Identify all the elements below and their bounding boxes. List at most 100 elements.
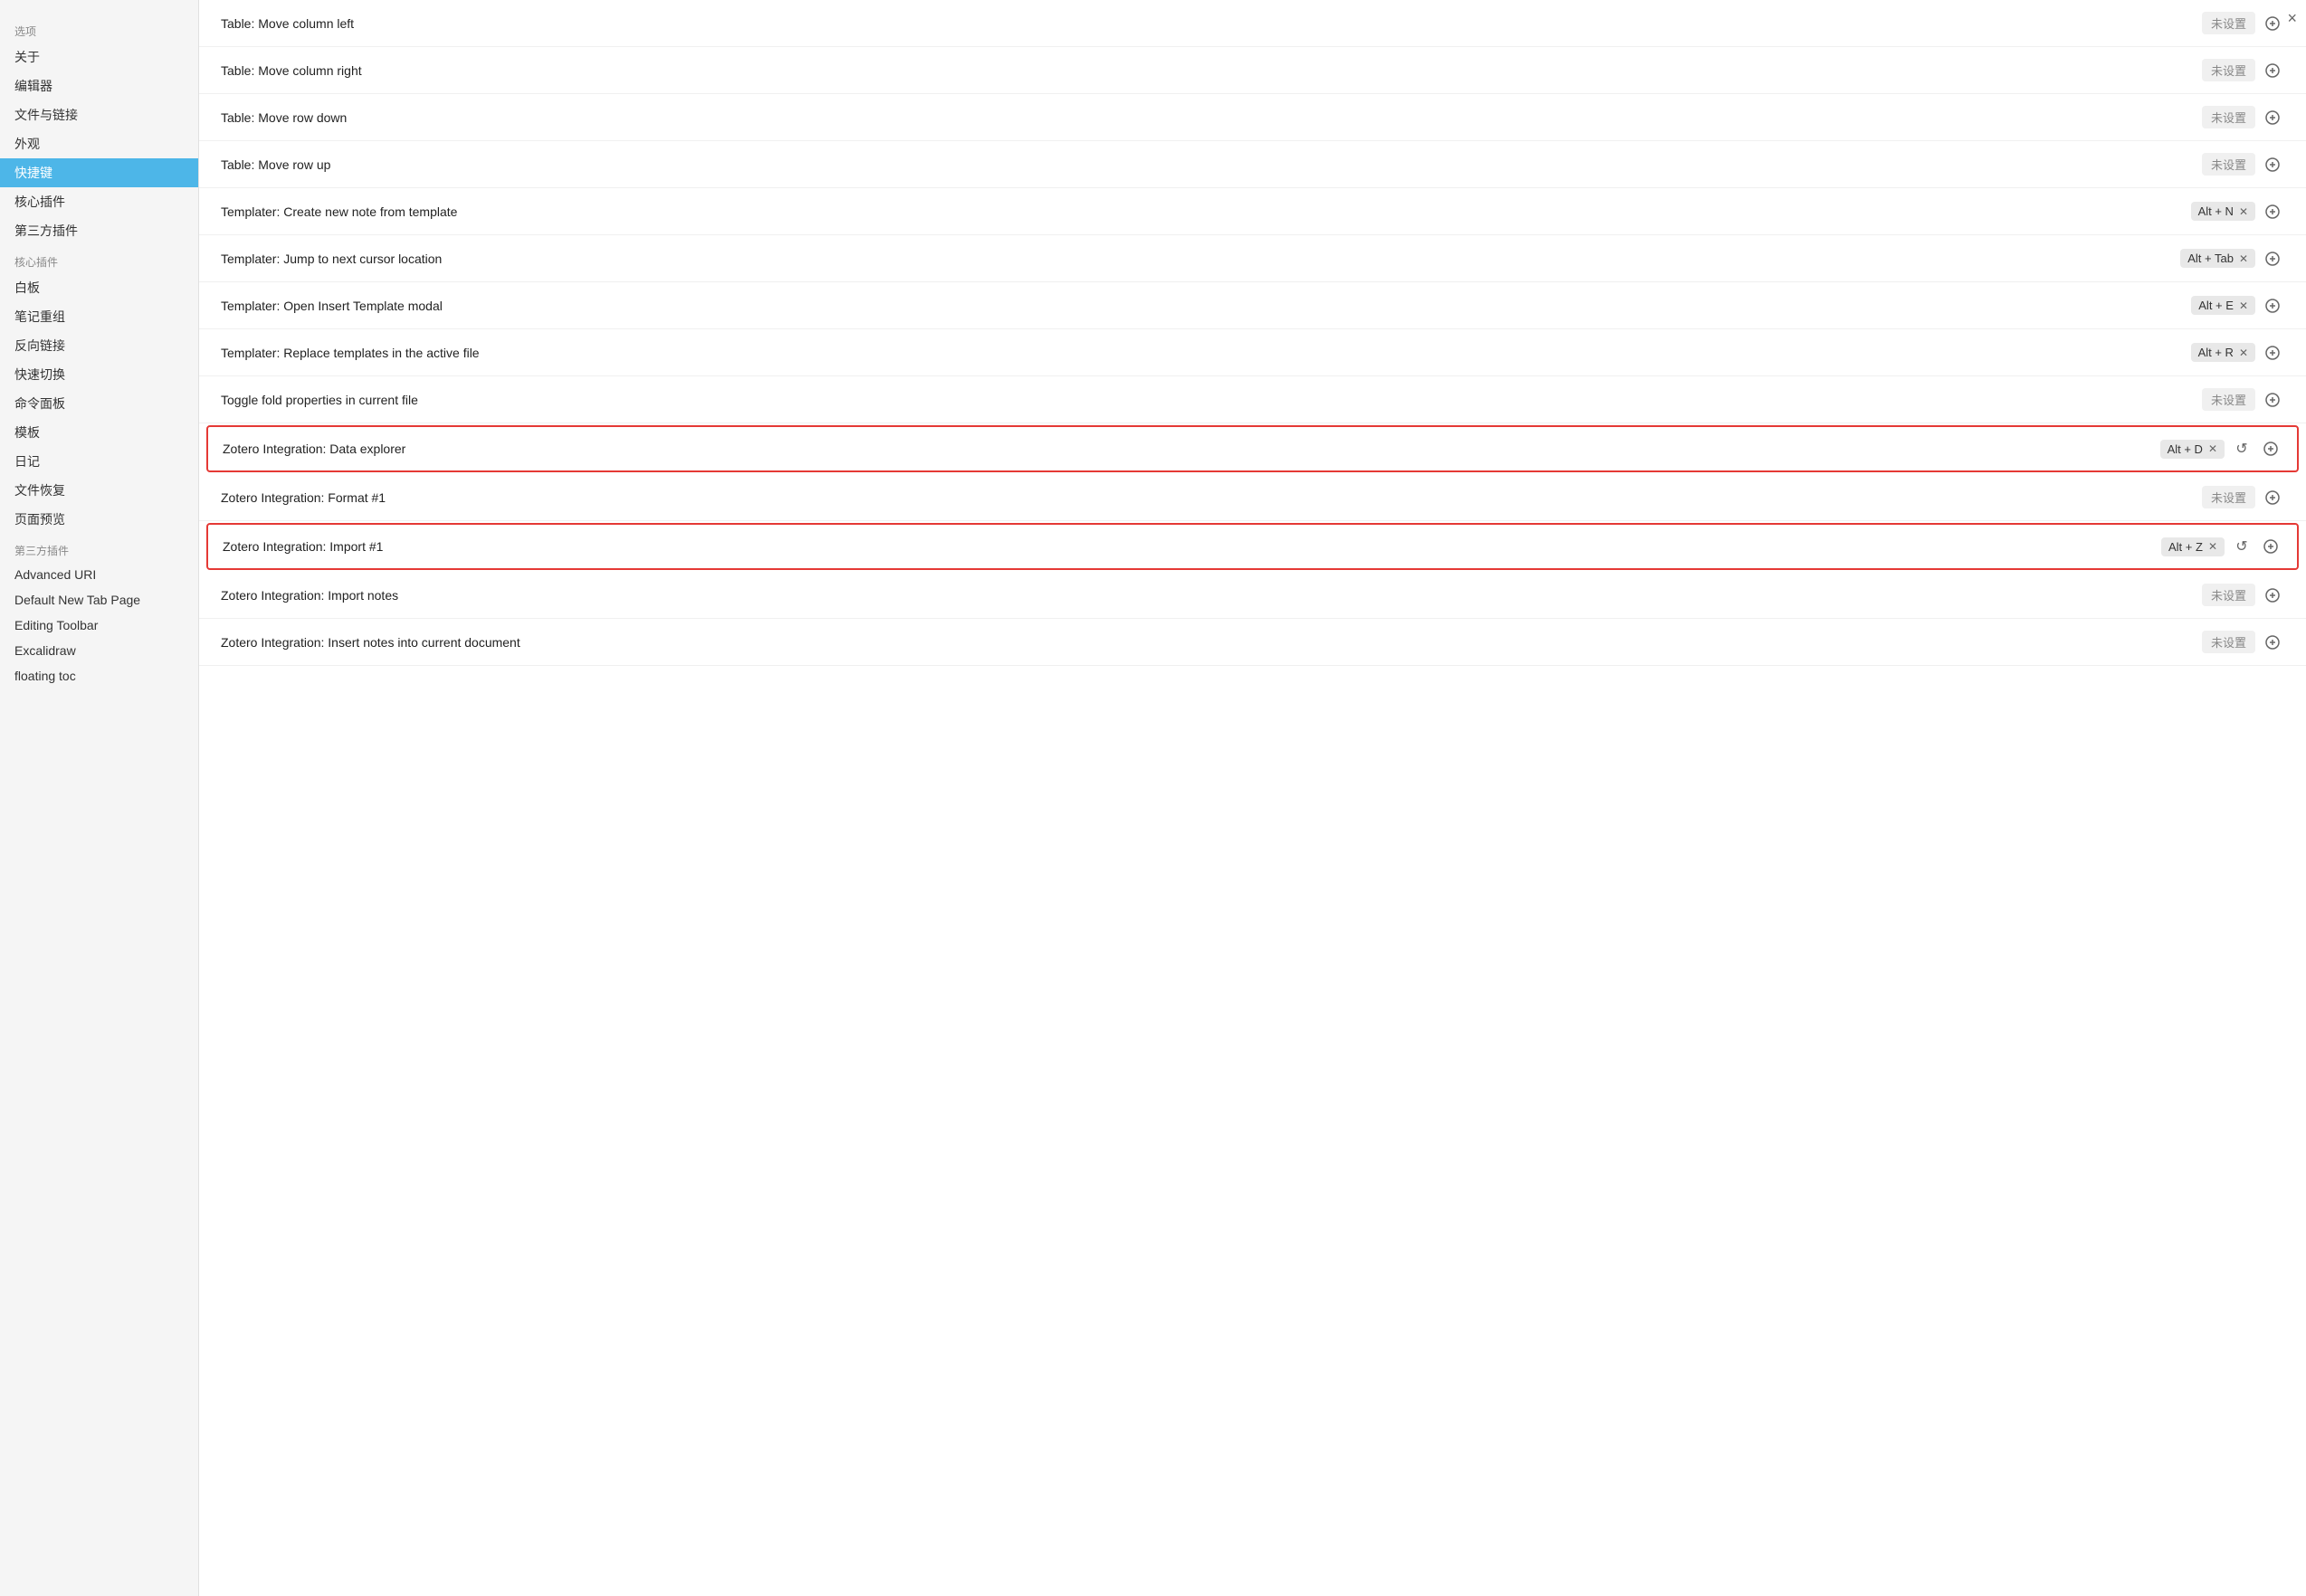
- hotkey-row: Templater: Create new note from template…: [199, 188, 2306, 235]
- hotkey-badge: Alt + Z ✕: [2161, 537, 2225, 556]
- section-options-label: 选项: [0, 14, 198, 43]
- unset-badge: 未设置: [2202, 153, 2255, 176]
- panel-close-button[interactable]: ×: [2287, 9, 2297, 28]
- hotkey-controls: 未设置: [2202, 106, 2284, 129]
- hotkey-controls: 未设置: [2202, 584, 2284, 607]
- hotkey-controls: 未设置: [2202, 59, 2284, 82]
- hotkey-row: Table: Move column left未设置: [199, 0, 2306, 47]
- sidebar-item-Default New Tab Page[interactable]: Default New Tab Page: [0, 587, 198, 613]
- hotkey-controls: 未设置: [2202, 153, 2284, 176]
- section-third-plugins-label: 第三方插件: [0, 534, 198, 562]
- hotkey-name: Zotero Integration: Import #1: [223, 539, 2161, 554]
- remove-shortcut-button[interactable]: ✕: [2239, 347, 2248, 359]
- sidebar-item-Editing Toolbar[interactable]: Editing Toolbar: [0, 613, 198, 638]
- sidebar-item-编辑器[interactable]: 编辑器: [0, 71, 198, 100]
- hotkey-row: Templater: Open Insert Template modalAlt…: [199, 282, 2306, 329]
- sidebar-item-日记[interactable]: 日记: [0, 447, 198, 476]
- remove-shortcut-button[interactable]: ✕: [2239, 252, 2248, 265]
- add-shortcut-button[interactable]: [2261, 12, 2284, 35]
- hotkey-name: Zotero Integration: Format #1: [221, 490, 2202, 505]
- add-shortcut-button[interactable]: [2261, 341, 2284, 365]
- sidebar-item-核心插件[interactable]: 核心插件: [0, 187, 198, 216]
- sidebar-item-第三方插件[interactable]: 第三方插件: [0, 216, 198, 245]
- unset-badge: 未设置: [2202, 584, 2255, 606]
- unset-badge: 未设置: [2202, 106, 2255, 128]
- add-shortcut-button[interactable]: [2261, 294, 2284, 318]
- remove-shortcut-button[interactable]: ✕: [2239, 299, 2248, 312]
- sidebar-item-白板[interactable]: 白板: [0, 273, 198, 302]
- sidebar-item-文件与链接[interactable]: 文件与链接: [0, 100, 198, 129]
- sidebar-item-floating toc[interactable]: floating toc: [0, 663, 198, 689]
- hotkey-controls: Alt + R ✕: [2191, 341, 2284, 365]
- hotkey-row: Table: Move row down未设置: [199, 94, 2306, 141]
- add-shortcut-button[interactable]: [2261, 584, 2284, 607]
- hotkey-row: Templater: Jump to next cursor locationA…: [199, 235, 2306, 282]
- unset-badge: 未设置: [2202, 486, 2255, 508]
- hotkey-name: Table: Move column right: [221, 63, 2202, 78]
- add-shortcut-button[interactable]: [2261, 247, 2284, 271]
- hotkey-name: Table: Move column left: [221, 16, 2202, 31]
- main-content: × Table: Move column left未设置Table: Move …: [199, 0, 2306, 1596]
- hotkey-controls: 未设置: [2202, 388, 2284, 412]
- hotkey-row: Table: Move column right未设置: [199, 47, 2306, 94]
- sidebar: 选项 关于编辑器文件与链接外观快捷键核心插件第三方插件 核心插件 白板笔记重组反…: [0, 0, 199, 1596]
- unset-badge: 未设置: [2202, 631, 2255, 653]
- main-inner: × Table: Move column left未设置Table: Move …: [199, 0, 2306, 666]
- hotkey-controls: 未设置: [2202, 631, 2284, 654]
- sidebar-item-关于[interactable]: 关于: [0, 43, 198, 71]
- sidebar-item-文件恢复[interactable]: 文件恢复: [0, 476, 198, 505]
- hotkey-name: Table: Move row down: [221, 110, 2202, 125]
- sidebar-item-Excalidraw[interactable]: Excalidraw: [0, 638, 198, 663]
- remove-shortcut-button[interactable]: ✕: [2239, 205, 2248, 218]
- add-shortcut-button[interactable]: [2261, 106, 2284, 129]
- hotkey-name: Toggle fold properties in current file: [221, 393, 2202, 407]
- hotkey-controls: 未设置: [2202, 12, 2284, 35]
- hotkey-controls: Alt + E ✕: [2191, 294, 2284, 318]
- hotkey-badge: Alt + Tab ✕: [2180, 249, 2255, 268]
- reset-shortcut-button[interactable]: ↺: [2230, 535, 2254, 558]
- hotkey-badge: Alt + D ✕: [2160, 440, 2225, 459]
- remove-shortcut-button[interactable]: ✕: [2208, 442, 2217, 455]
- sidebar-item-Advanced URI[interactable]: Advanced URI: [0, 562, 198, 587]
- add-shortcut-button[interactable]: [2261, 200, 2284, 223]
- hotkey-row: Zotero Integration: Format #1未设置: [199, 474, 2306, 521]
- hotkey-name: Zotero Integration: Import notes: [221, 588, 2202, 603]
- hotkey-row: Zotero Integration: Import notes未设置: [199, 572, 2306, 619]
- hotkey-badge: Alt + R ✕: [2191, 343, 2255, 362]
- remove-shortcut-button[interactable]: ✕: [2208, 540, 2217, 553]
- hotkey-row: Table: Move row up未设置: [199, 141, 2306, 188]
- hotkey-controls: Alt + Z ✕ ↺: [2161, 535, 2282, 558]
- hotkey-row: Zotero Integration: Insert notes into cu…: [199, 619, 2306, 666]
- unset-badge: 未设置: [2202, 388, 2255, 411]
- add-shortcut-button[interactable]: [2261, 153, 2284, 176]
- sidebar-item-命令面板[interactable]: 命令面板: [0, 389, 198, 418]
- hotkey-name: Templater: Jump to next cursor location: [221, 252, 2180, 266]
- hotkey-name: Zotero Integration: Insert notes into cu…: [221, 635, 2202, 650]
- sidebar-item-快捷键[interactable]: 快捷键: [0, 158, 198, 187]
- hotkey-badge: Alt + E ✕: [2191, 296, 2255, 315]
- hotkey-row: Templater: Replace templates in the acti…: [199, 329, 2306, 376]
- hotkey-name: Templater: Open Insert Template modal: [221, 299, 2191, 313]
- hotkey-controls: Alt + Tab ✕: [2180, 247, 2284, 271]
- sidebar-item-快速切换[interactable]: 快速切换: [0, 360, 198, 389]
- add-shortcut-button[interactable]: [2261, 388, 2284, 412]
- unset-badge: 未设置: [2202, 12, 2255, 34]
- hotkey-row: Toggle fold properties in current file未设…: [199, 376, 2306, 423]
- hotkey-badge: Alt + N ✕: [2191, 202, 2255, 221]
- add-shortcut-button[interactable]: [2261, 486, 2284, 509]
- hotkey-name: Templater: Create new note from template: [221, 204, 2191, 219]
- hotkey-row: Zotero Integration: Import #1Alt + Z ✕ ↺: [206, 523, 2299, 570]
- hotkey-controls: Alt + N ✕: [2191, 200, 2284, 223]
- sidebar-item-笔记重组[interactable]: 笔记重组: [0, 302, 198, 331]
- sidebar-item-页面预览[interactable]: 页面预览: [0, 505, 198, 534]
- sidebar-item-外观[interactable]: 外观: [0, 129, 198, 158]
- reset-shortcut-button[interactable]: ↺: [2230, 437, 2254, 461]
- add-shortcut-button[interactable]: [2259, 437, 2282, 461]
- add-shortcut-button[interactable]: [2261, 59, 2284, 82]
- hotkey-row: Zotero Integration: Data explorerAlt + D…: [206, 425, 2299, 472]
- add-shortcut-button[interactable]: [2261, 631, 2284, 654]
- sidebar-item-反向链接[interactable]: 反向链接: [0, 331, 198, 360]
- add-shortcut-button[interactable]: [2259, 535, 2282, 558]
- sidebar-item-模板[interactable]: 模板: [0, 418, 198, 447]
- hotkey-name: Zotero Integration: Data explorer: [223, 442, 2160, 456]
